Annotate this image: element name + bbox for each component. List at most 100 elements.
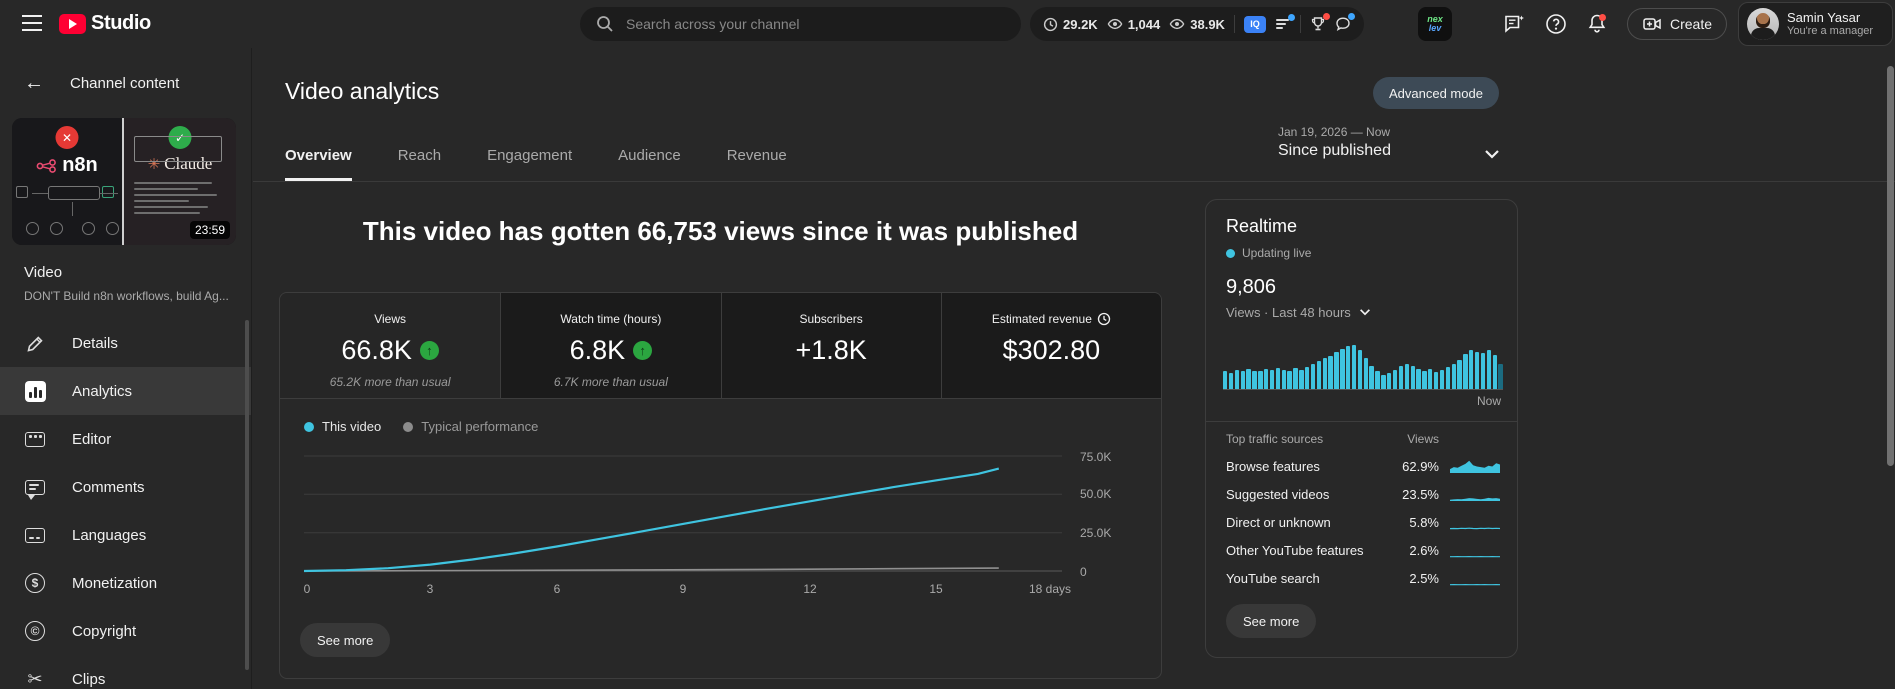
sidebar-scrollbar[interactable] [245,320,249,670]
search-icon [597,16,613,32]
advanced-mode-button[interactable]: Advanced mode [1373,77,1499,109]
terminal-box [134,136,222,162]
youtube-play-icon [59,13,86,34]
realtime-see-more-button[interactable]: See more [1226,604,1317,638]
metric-card-watch-time[interactable]: Watch time (hours) 6.8K ↑ 6.7K more than… [500,293,721,398]
sidebar-item-analytics[interactable]: Analytics [0,367,251,415]
tab-engagement[interactable]: Engagement [487,141,572,181]
nexlev-extension-icon[interactable]: nex lev [1418,7,1452,41]
tab-audience[interactable]: Audience [618,141,681,181]
key-metrics-row: Views 66.8K ↑ 65.2K more than usual Watc… [280,293,1161,399]
y-tick-0: 0 [1080,565,1087,579]
red-x-badge: ✕ [55,126,79,149]
n8n-logo-icon [36,158,57,173]
copyright-icon: © [24,620,46,642]
stat-value: 38.9K [1190,16,1225,32]
sidebar-nav: Details Analytics Editor Comments Langua… [0,319,251,689]
watch-time-stat[interactable]: 29.2K [1043,17,1098,32]
realtime-title: Realtime [1226,216,1298,236]
video-thumbnail[interactable]: ✕ n8n ✓ ✳ Claude 23:59 [12,118,236,245]
create-label: Create [1670,16,1713,32]
x-tick: 9 [679,582,687,596]
divider [1206,421,1517,422]
tab-revenue[interactable]: Revenue [727,141,787,181]
metric-card-views[interactable]: Views 66.8K ↑ 65.2K more than usual [280,293,501,398]
chevron-down-icon [1359,309,1370,316]
sidebar-item-editor[interactable]: Editor [0,415,251,463]
profile-chip[interactable]: Samin Yasar You're a manager [1738,2,1893,46]
video-title: DON'T Build n8n workflows, build Ag... [24,289,229,303]
page-title: Video analytics [285,78,440,104]
see-more-button[interactable]: See more [300,623,391,657]
studio-logo[interactable]: Studio [59,12,151,35]
overview-chart-card: Views 66.8K ↑ 65.2K more than usual Watc… [279,292,1162,679]
realtime-panel: Realtime Updating live 9,806 Views · Las… [1205,199,1518,658]
notification-dot [1287,14,1295,21]
help-icon[interactable] [1544,11,1570,37]
sparkline [1449,527,1501,530]
menu-icon[interactable] [22,15,44,33]
realtime-bar-chart [1223,344,1503,390]
chevron-down-icon[interactable] [1481,143,1503,165]
clock-icon [1043,17,1058,31]
legend-dot [304,421,314,432]
sidebar: ← Channel content ✕ n8n ✓ ✳ Claude 23:59… [0,48,252,689]
traffic-sources-header: Top traffic sources Views [1226,432,1439,446]
profile-role: You're a manager [1787,25,1874,37]
equalizer-icon[interactable] [1275,14,1295,31]
page-scrollbar[interactable] [1887,66,1894,466]
x-tick: 15 [929,582,943,596]
search-bar [580,7,1021,41]
metric-card-revenue[interactable]: Estimated revenue $302.80 [940,293,1161,398]
y-tick-25k: 25.0K [1080,526,1112,540]
sidebar-item-details[interactable]: Details [0,319,251,367]
search-input[interactable] [626,16,1005,32]
trophy-icon[interactable] [1310,13,1330,32]
tab-reach[interactable]: Reach [398,141,441,181]
eye-icon [1107,18,1123,30]
now-label: Now [1476,394,1501,408]
feedback-icon[interactable] [1502,11,1528,37]
sidebar-item-languages[interactable]: Languages [0,511,251,559]
tab-overview[interactable]: Overview [285,141,352,181]
terminal-text-lines [134,182,226,218]
x-tick: 12 [803,582,817,596]
traffic-row-youtube-search: YouTube search 2.5% [1226,564,1501,592]
divider [253,181,1895,182]
stat-value: 1,044 [1127,16,1161,32]
y-tick-50k: 50.0K [1080,487,1112,501]
traffic-row-browse-features: Browse features 62.9% [1226,452,1501,480]
y-tick-75k: 75.0K [1080,450,1112,464]
main-content: Video analytics Advanced mode Overview R… [253,48,1895,689]
metric-card-subscribers[interactable]: Subscribers +1.8K [720,293,941,398]
chart-legend: This video Typical performance [304,419,538,434]
vidiq-icon[interactable]: IQ [1243,15,1266,33]
date-range-selector[interactable]: Jan 19, 2026 — Now Since published [1278,125,1391,160]
chat-bubble-icon[interactable] [1335,13,1355,32]
subs-views-stat[interactable]: 38.9K [1169,16,1225,32]
stat-value: 29.2K [1063,16,1098,32]
x-tick: 3 [426,582,434,596]
views-stat[interactable]: 1,044 [1107,16,1161,32]
comments-icon [24,476,46,500]
sparkline [1449,583,1501,586]
create-button[interactable]: Create [1627,8,1728,40]
sidebar-item-clips[interactable]: ✂ Clips [0,655,251,689]
sidebar-item-copyright[interactable]: © Copyright [0,607,251,655]
traffic-sources-table: Browse features 62.9% Suggested videos 2… [1226,452,1501,592]
x-tick: 0 [303,582,311,596]
views-line-chart [304,455,1062,573]
sidebar-item-monetization[interactable]: $ Monetization [0,559,251,607]
legend-typical-performance: Typical performance [403,419,538,434]
studio-logo-text: Studio [91,12,151,34]
x-tick: 6 [553,582,561,596]
sparkline [1450,460,1500,473]
back-to-channel-content[interactable]: ← Channel content [0,72,179,95]
divider [1233,15,1235,33]
sidebar-item-comments[interactable]: Comments [0,463,251,511]
eye-icon [1169,18,1185,30]
notifications-bell-icon[interactable] [1585,11,1611,37]
realtime-views-caption[interactable]: Views · Last 48 hours [1226,304,1373,320]
x-tick: 18 days [1028,582,1072,596]
traffic-row-direct-unknown: Direct or unknown 5.8% [1226,508,1501,536]
